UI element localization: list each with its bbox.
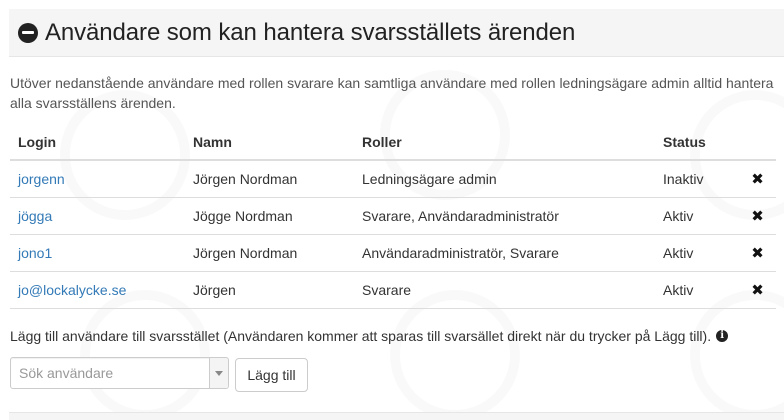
add-user-hint: Lägg till användare till svarsstället (A…	[10, 328, 729, 344]
watermark-circle	[80, 290, 210, 420]
table-row: jorgenn Jörgen Nordman Ledningsägare adm…	[10, 160, 776, 198]
login-link[interactable]: jorgenn	[18, 171, 65, 187]
info-circle-icon[interactable]: i	[716, 330, 729, 342]
column-header-status: Status	[655, 124, 735, 161]
login-cell: jorgenn	[10, 160, 185, 198]
users-table: Login Namn Roller Status jorgenn Jörgen …	[10, 124, 776, 309]
login-link[interactable]: jo@lockalycke.se	[18, 282, 126, 298]
login-cell: jo@lockalycke.se	[10, 271, 185, 309]
column-header-action	[735, 124, 776, 161]
remove-icon[interactable]: ✖	[751, 207, 764, 225]
add-user-hint-text: Lägg till användare till svarsstället (A…	[10, 328, 712, 344]
status-cell: Aktiv	[655, 271, 735, 309]
column-header-name: Namn	[185, 124, 354, 161]
next-panel-header	[9, 412, 784, 420]
user-search-select[interactable]: Sök användare	[10, 357, 229, 389]
name-cell: Jögge Nordman	[185, 197, 354, 235]
remove-icon[interactable]: ✖	[751, 170, 764, 188]
roles-cell: Användaradministratör, Svarare	[354, 234, 655, 272]
status-cell: Aktiv	[655, 234, 735, 272]
table-row: jögga Jögge Nordman Svarare, Användaradm…	[10, 197, 776, 235]
remove-icon[interactable]: ✖	[751, 244, 764, 262]
search-placeholder: Sök användare	[19, 365, 114, 381]
action-cell: ✖	[735, 271, 776, 309]
login-link[interactable]: jono1	[18, 245, 52, 261]
table-row: jono1 Jörgen Nordman Användaradministrat…	[10, 234, 776, 272]
status-cell: Aktiv	[655, 197, 735, 235]
name-cell: Jörgen Nordman	[185, 160, 354, 198]
chevron-down-icon	[215, 371, 223, 376]
login-cell: jono1	[10, 234, 185, 272]
add-user-button[interactable]: Lägg till	[235, 358, 308, 392]
login-cell: jögga	[10, 197, 185, 235]
roles-cell: Svarare	[354, 271, 655, 309]
info-text: Utöver nedanstående användare med rollen…	[10, 75, 774, 111]
name-cell: Jörgen Nordman	[185, 234, 354, 272]
roles-cell: Ledningsägare admin	[354, 160, 655, 198]
name-cell: Jörgen	[185, 271, 354, 309]
roles-cell: Svarare, Användaradministratör	[354, 197, 655, 235]
column-header-roles: Roller	[354, 124, 655, 161]
panel-header[interactable]: Användare som kan hantera svarsställets …	[9, 9, 784, 57]
action-cell: ✖	[735, 160, 776, 198]
minus-circle-icon[interactable]	[18, 22, 38, 43]
watermark-circle	[390, 290, 520, 420]
action-cell: ✖	[735, 197, 776, 235]
column-header-login: Login	[10, 124, 185, 161]
login-link[interactable]: jögga	[18, 208, 52, 224]
table-row: jo@lockalycke.se Jörgen Svarare Aktiv ✖	[10, 271, 776, 309]
remove-icon[interactable]: ✖	[751, 281, 764, 299]
status-cell: Inaktiv	[655, 160, 735, 198]
watermark-circle	[690, 290, 784, 420]
select-toggle[interactable]	[209, 358, 228, 388]
action-cell: ✖	[735, 234, 776, 272]
panel-title: Användare som kan hantera svarsställets …	[45, 18, 576, 46]
table-header-row: Login Namn Roller Status	[10, 124, 776, 161]
